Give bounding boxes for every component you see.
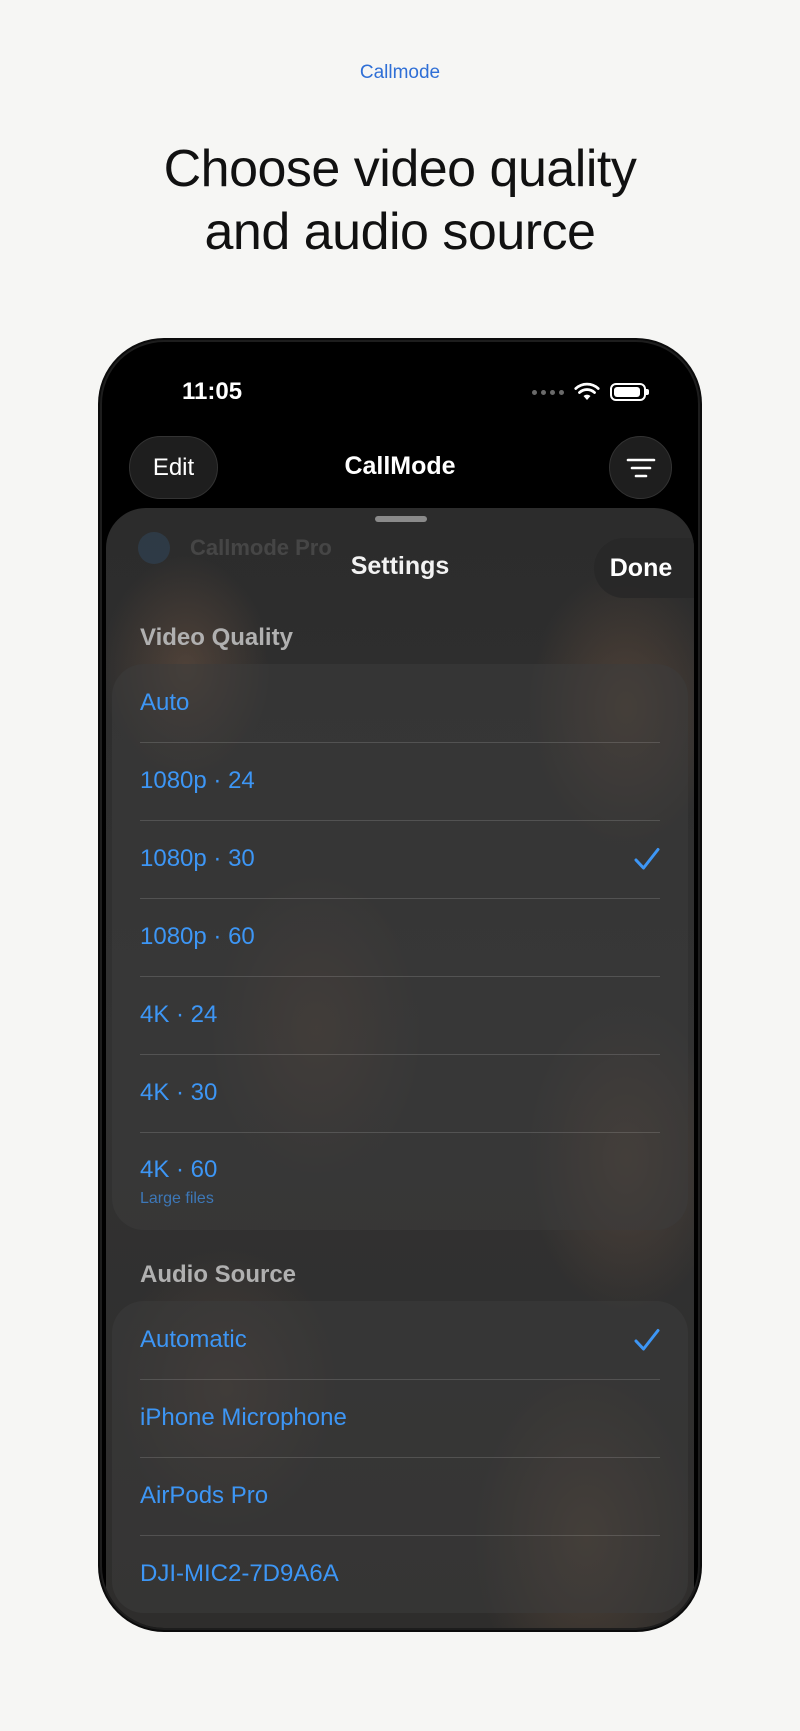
navigation-bar: Edit CallMode	[102, 434, 698, 500]
option-label: iPhone Microphone	[140, 1404, 347, 1431]
menu-button[interactable]	[609, 436, 672, 499]
option-label: 1080p · 24	[140, 767, 255, 794]
audio-source-header: Audio Source	[140, 1261, 297, 1288]
option-label: 1080p · 60	[140, 923, 255, 950]
option-sublabel: Large files	[140, 1190, 214, 1207]
video-option-4k-30[interactable]: 4K · 30	[112, 1054, 688, 1132]
audio-option-automatic[interactable]: Automatic	[112, 1301, 688, 1379]
audio-source-list: Automatic iPhone Microphone AirPods Pro …	[112, 1301, 688, 1613]
option-label: Auto	[140, 689, 190, 716]
video-option-auto[interactable]: Auto	[112, 664, 688, 742]
menu-icon	[626, 458, 655, 477]
audio-option-airpods-pro[interactable]: AirPods Pro	[112, 1457, 688, 1535]
checkmark-icon	[634, 1329, 660, 1351]
wifi-icon	[574, 382, 600, 400]
headline-line-2: and audio source	[204, 203, 596, 261]
video-option-1080p-60[interactable]: 1080p · 60	[112, 898, 688, 976]
headline-line-1: Choose video quality	[163, 140, 637, 198]
option-label: 4K · 60	[140, 1156, 218, 1183]
status-time: 11:05	[182, 378, 243, 405]
video-option-4k-60[interactable]: 4K · 60 Large files	[112, 1132, 688, 1230]
video-option-1080p-24[interactable]: 1080p · 24	[112, 742, 688, 820]
status-icons	[532, 382, 649, 402]
video-option-4k-24[interactable]: 4K · 24	[112, 976, 688, 1054]
done-button[interactable]: Done	[594, 538, 694, 598]
headline: Choose video quality and audio source	[0, 138, 800, 264]
option-label: AirPods Pro	[140, 1482, 269, 1509]
option-label: 4K · 24	[140, 1001, 218, 1028]
video-quality-header: Video Quality	[140, 624, 293, 651]
audio-option-dji-mic[interactable]: DJI-MIC2-7D9A6A	[112, 1535, 688, 1613]
signal-dots-icon	[532, 389, 564, 395]
option-label: 1080p · 30	[140, 845, 255, 872]
phone-frame: 11:05 Edit CallMode Callmode Pro Setting…	[102, 342, 698, 1628]
brand-label: Callmode	[359, 62, 441, 83]
option-label: Automatic	[140, 1326, 247, 1353]
battery-icon	[610, 383, 649, 401]
settings-sheet: Callmode Pro Settings Done Video Quality…	[106, 508, 694, 1628]
sheet-grabber[interactable]	[375, 516, 427, 522]
checkmark-icon	[634, 848, 660, 870]
option-label: DJI-MIC2-7D9A6A	[140, 1560, 339, 1587]
video-quality-list: Auto 1080p · 24 1080p · 30 1080p · 60 4K…	[112, 664, 688, 1230]
option-label: 4K · 30	[140, 1079, 218, 1106]
video-option-1080p-30[interactable]: 1080p · 30	[112, 820, 688, 898]
audio-option-iphone-microphone[interactable]: iPhone Microphone	[112, 1379, 688, 1457]
